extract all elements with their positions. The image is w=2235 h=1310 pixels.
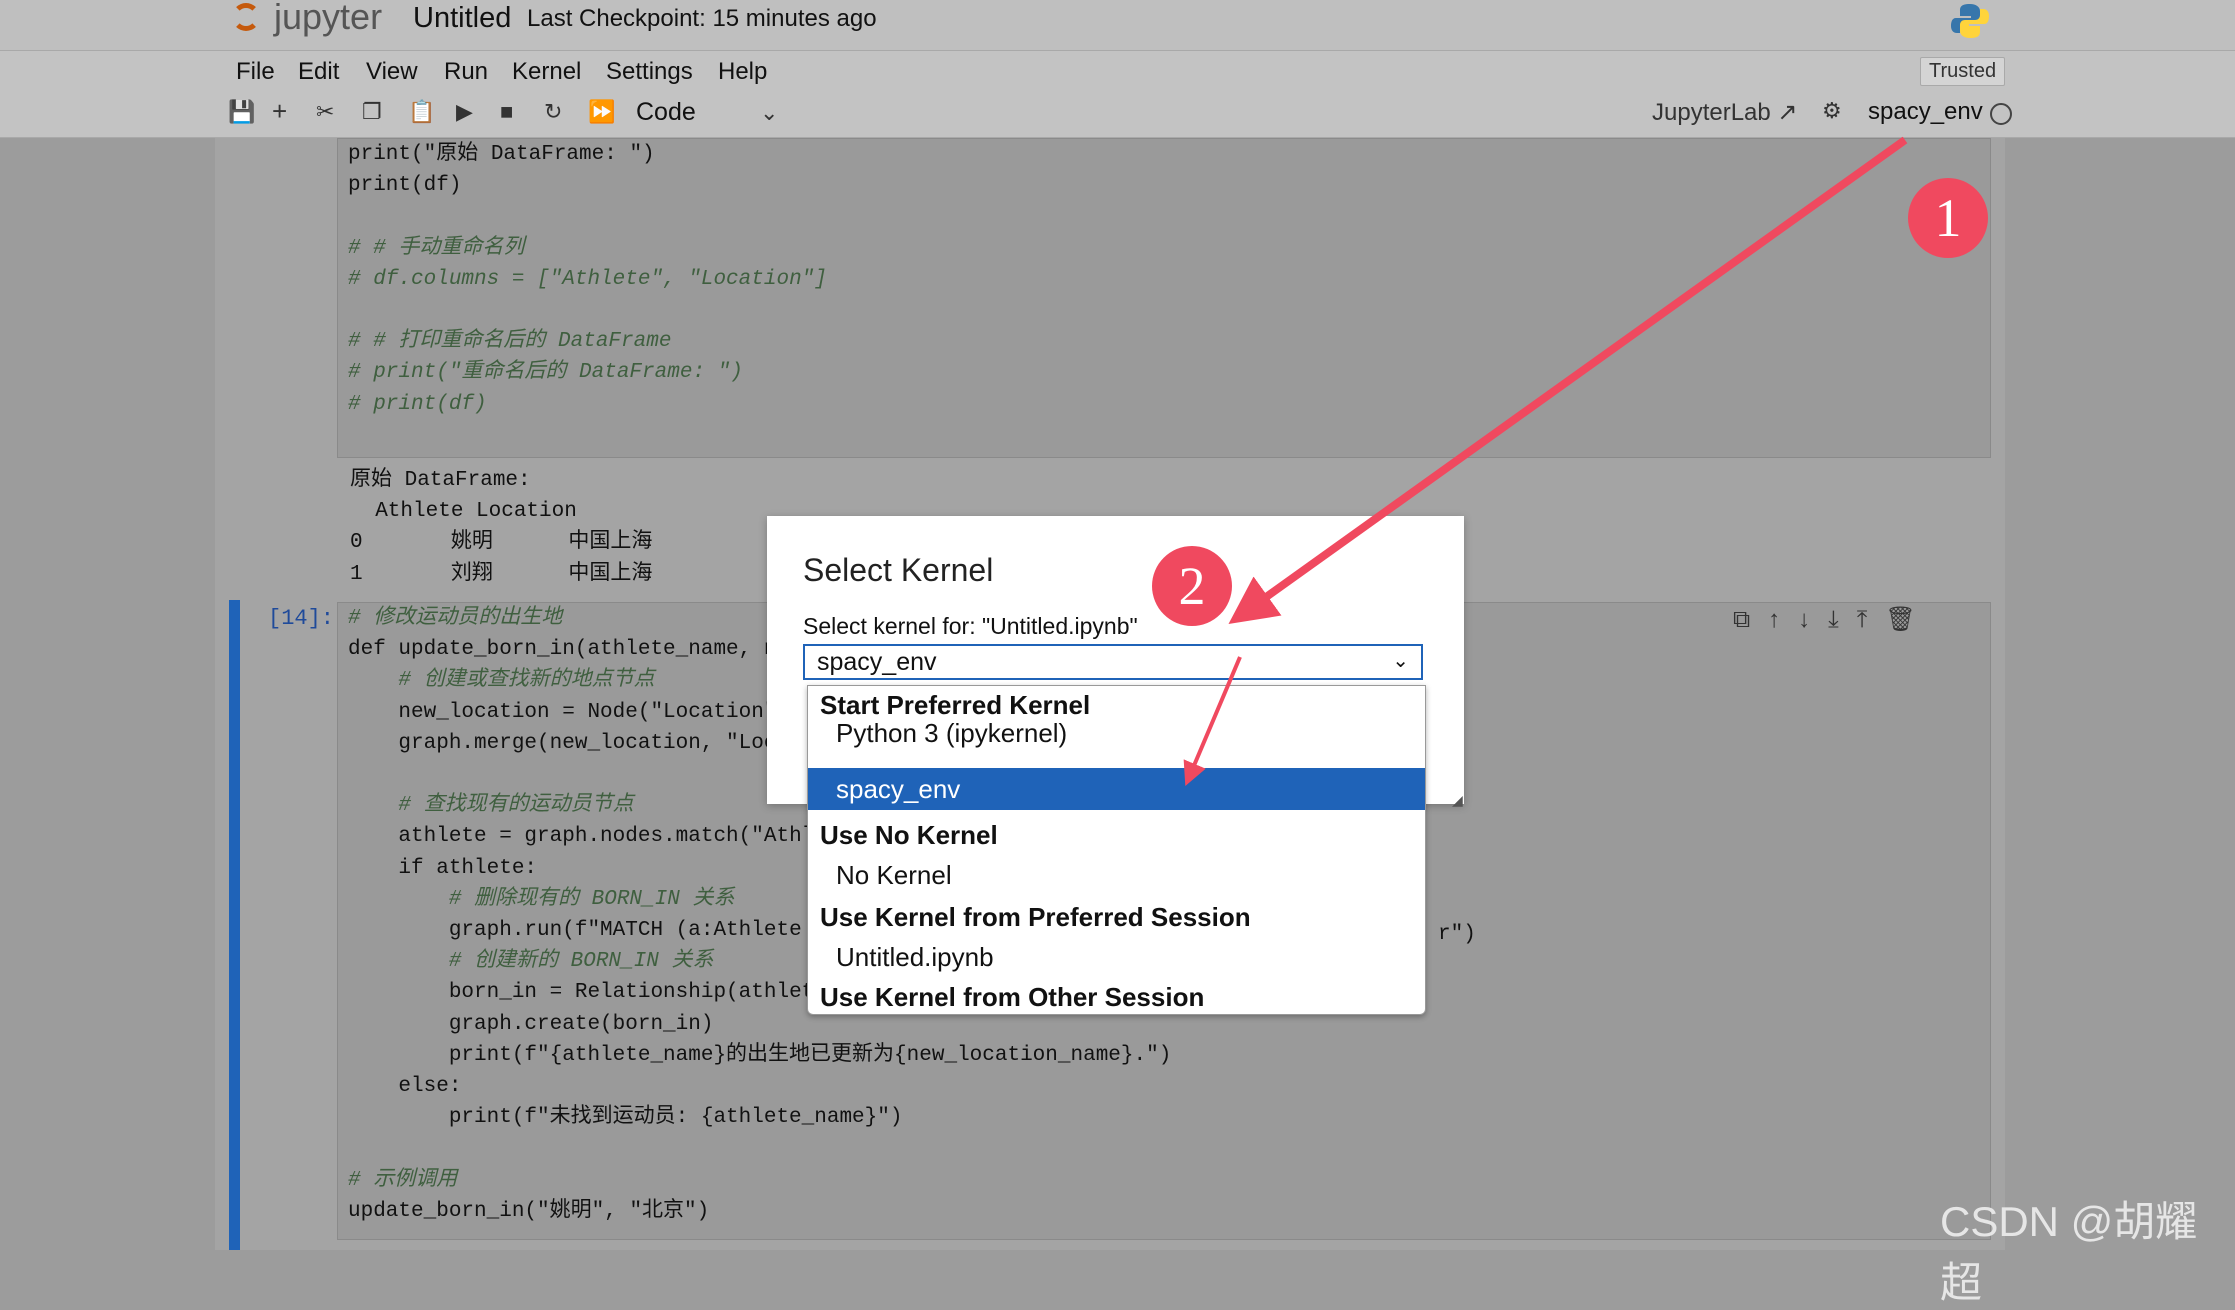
copy-icon[interactable]: ❐: [362, 99, 382, 125]
annotation-badge-2: 2: [1152, 546, 1232, 626]
cell-toolbar: ⧉ ↑ ↓ ⤓ ⤒ 🗑: [1733, 605, 1934, 634]
code-line: # 创建新的 BORN_IN 关系: [348, 950, 714, 974]
menu-help[interactable]: Help: [718, 58, 767, 86]
notebook-title[interactable]: Untitled: [413, 2, 511, 35]
output-line: 0 姚明 中国上海: [350, 531, 653, 555]
optgroup-start-preferred: Start Preferred Kernel: [820, 690, 1091, 720]
restart-icon[interactable]: ↻: [544, 99, 562, 125]
menu-run[interactable]: Run: [444, 58, 488, 86]
code-line: print(f"未找到运动员: {athlete_name}"): [348, 1106, 903, 1130]
menu-settings[interactable]: Settings: [606, 58, 693, 86]
code-line: update_born_in("姚明", "北京"): [348, 1199, 710, 1223]
cell-type-select[interactable]: Code: [636, 98, 696, 127]
chevron-down-icon[interactable]: ⌄: [760, 100, 778, 126]
output-line: 1 刘翔 中国上海: [350, 562, 653, 586]
jupyterlab-label: JupyterLab: [1652, 99, 1771, 126]
delete-icon[interactable]: 🗑: [1885, 606, 1915, 633]
duplicate-icon[interactable]: ⧉: [1733, 606, 1750, 633]
top-bar: jupyter Untitled Last Checkpoint: 15 min…: [0, 0, 2235, 50]
dialog-label: Select kernel for: "Untitled.ipynb": [803, 613, 1138, 639]
fast-forward-icon[interactable]: ⏩: [588, 99, 615, 125]
code-line: # print("重命名后的 DataFrame: "): [348, 361, 743, 385]
code-line: # # 打印重命名后的 DataFrame: [348, 330, 672, 354]
cell1-output: 原始 DataFrame: Athlete Location 0 姚明 中国上海…: [350, 465, 652, 590]
output-line: 原始 DataFrame:: [350, 469, 531, 492]
code-line: # # 手动重命名列: [348, 236, 525, 260]
chevron-down-icon: ⌄: [1392, 650, 1409, 672]
move-up-icon[interactable]: ↑: [1768, 606, 1780, 633]
code-line: graph.merge(new_location, "Loc: [348, 731, 777, 755]
watermark: CSDN @胡耀超: [1940, 1198, 2198, 1306]
execution-prompt: [14]:: [268, 606, 335, 631]
active-cell-indicator: [229, 600, 240, 1250]
option-python3[interactable]: Python 3 (ipykernel): [836, 718, 1067, 749]
output-line: Athlete Location: [350, 500, 577, 524]
code-line: born_in = Relationship(athlet: [348, 981, 815, 1005]
code-line: # 创建或查找新的地点节点: [348, 669, 655, 693]
code-line: print(df): [348, 174, 462, 198]
menu-view[interactable]: View: [366, 58, 418, 86]
annotation-badge-1: 1: [1908, 178, 1988, 258]
paste-icon[interactable]: 📋: [408, 99, 435, 125]
menu-kernel[interactable]: Kernel: [512, 58, 581, 86]
stop-icon[interactable]: ■: [500, 99, 513, 125]
menu-bar: File Edit View Run Kernel Settings Help …: [0, 50, 2235, 94]
code-line: def update_born_in(athlete_name, n: [348, 638, 777, 662]
trusted-badge[interactable]: Trusted: [1920, 57, 2006, 86]
code-line: else:: [348, 1075, 462, 1099]
code-overflow-text: r"): [1438, 923, 1476, 946]
save-icon[interactable]: 💾: [228, 99, 255, 125]
kernel-name-button[interactable]: spacy_env: [1868, 98, 1983, 126]
code-line: graph.run(f"MATCH (a:Athlete: [348, 919, 802, 943]
code-line: graph.create(born_in): [348, 1012, 714, 1036]
cell1-code[interactable]: print("原始 DataFrame: ") print(df) # # 手动…: [348, 139, 827, 420]
kernel-select[interactable]: spacy_env ⌄: [803, 644, 1423, 680]
optgroup-no-kernel: Use No Kernel: [820, 820, 998, 850]
code-line: # 删除现有的 BORN_IN 关系: [348, 887, 735, 911]
move-down-icon[interactable]: ↓: [1798, 606, 1810, 633]
python-logo-icon: [1951, 4, 1989, 38]
optgroup-other-session: Use Kernel from Other Session: [820, 982, 1205, 1012]
kernel-dropdown-list: Start Preferred Kernel Python 3 (ipykern…: [807, 685, 1426, 1015]
option-spacy-env[interactable]: spacy_env: [836, 774, 960, 805]
jupyterlab-link[interactable]: JupyterLab ↗: [1652, 98, 1798, 127]
code-line: athlete = graph.nodes.match("Athl: [348, 825, 815, 849]
code-line: # 修改运动员的出生地: [348, 607, 563, 630]
optgroup-preferred-session: Use Kernel from Preferred Session: [820, 902, 1251, 932]
resize-handle-icon[interactable]: ◢: [1452, 792, 1463, 809]
menu-file[interactable]: File: [236, 58, 275, 86]
jupyter-logo-text[interactable]: jupyter: [274, 0, 382, 38]
menu-edit[interactable]: Edit: [298, 58, 339, 86]
debugger-icon[interactable]: ⚙: [1822, 98, 1842, 124]
code-line: # print(df): [348, 392, 487, 416]
checkpoint-status: Last Checkpoint: 15 minutes ago: [527, 5, 877, 32]
kernel-status-icon: [1990, 103, 2012, 125]
code-line: print("原始 DataFrame: "): [348, 143, 655, 166]
insert-above-icon[interactable]: ⤓: [1828, 606, 1839, 633]
dialog-title: Select Kernel: [803, 552, 994, 588]
code-line: new_location = Node("Location": [348, 700, 777, 724]
code-line: # 示例调用: [348, 1168, 458, 1192]
code-line: # df.columns = ["Athlete", "Location"]: [348, 267, 827, 291]
insert-below-icon[interactable]: ⤒: [1857, 606, 1868, 633]
cut-icon[interactable]: ✂: [316, 99, 334, 125]
notebook-toolbar: 💾 + ✂ ❐ 📋 ▶ ■ ↻ ⏩ Code ⌄ JupyterLab ↗ ⚙ …: [0, 93, 2235, 138]
kernel-select-value: spacy_env: [817, 648, 937, 676]
code-line: # 查找现有的运动员节点: [348, 794, 634, 818]
code-cell-1[interactable]: print("原始 DataFrame: ") print(df) # # 手动…: [337, 138, 1991, 458]
add-cell-icon[interactable]: +: [272, 96, 287, 127]
option-untitled-session[interactable]: Untitled.ipynb: [836, 942, 994, 973]
run-icon[interactable]: ▶: [456, 99, 473, 125]
code-line: print(f"{athlete_name}的出生地已更新为{new_locat…: [348, 1043, 1172, 1067]
external-link-icon: ↗: [1777, 99, 1798, 126]
jupyter-logo-icon[interactable]: [232, 3, 260, 31]
option-no-kernel[interactable]: No Kernel: [836, 860, 952, 891]
code-line: if athlete:: [348, 856, 538, 880]
